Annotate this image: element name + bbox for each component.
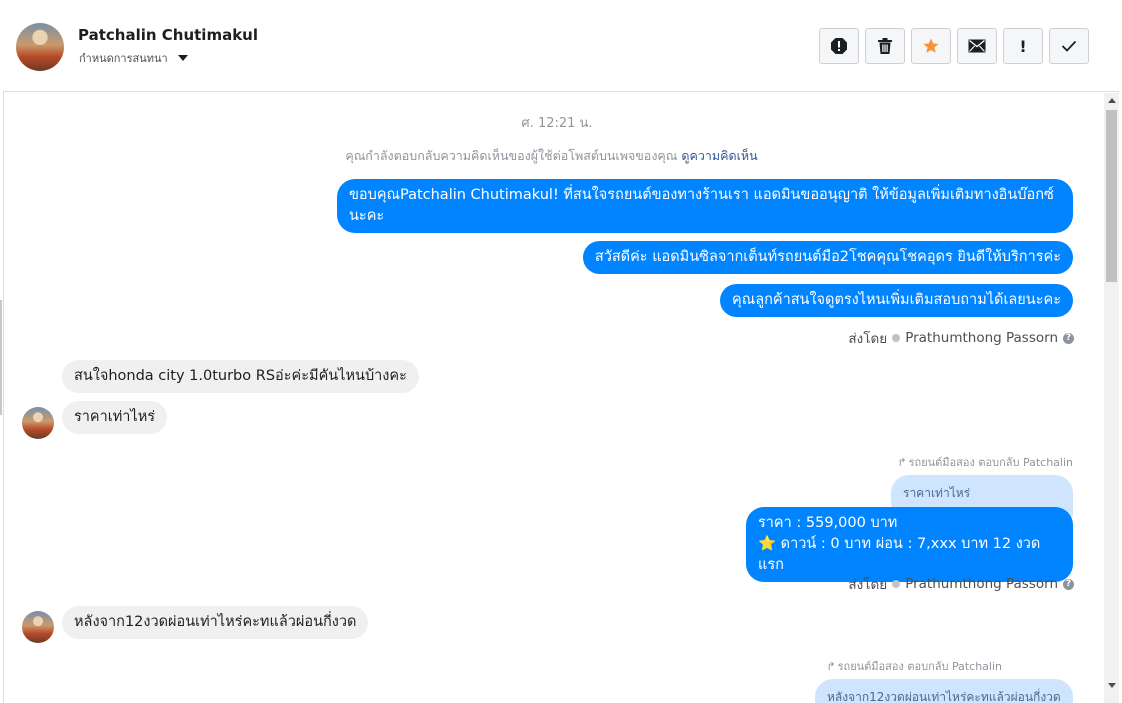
conversation-options-dropdown[interactable]: กำหนดการสนทนา: [79, 49, 188, 67]
price-line: ราคา : 559,000 บาท: [758, 515, 898, 531]
quoted-message[interactable]: หลังจาก12งวดผ่อนเท่าไหร่คะทแล้วผ่อนกี่งว…: [815, 679, 1073, 703]
check-icon: [1061, 40, 1077, 52]
sent-by-name[interactable]: Prathumthong Passorn: [905, 576, 1058, 592]
page-badge-icon: [892, 334, 901, 342]
exclamation-icon: !: [1019, 36, 1027, 56]
conversation-toolbar: !: [819, 28, 1089, 64]
delete-button[interactable]: [865, 28, 905, 64]
incoming-message[interactable]: ราคาเท่าไหร่: [62, 401, 168, 434]
star-button[interactable]: [911, 28, 951, 64]
message-timestamp: ศ. 12:21 น.: [521, 116, 593, 131]
mail-icon: [968, 39, 986, 53]
reply-arrow-icon: ↱: [897, 455, 907, 469]
view-comment-link[interactable]: ดูความคิดเห็น: [681, 148, 757, 163]
reply-context-note: ↱ รถยนต์มือสอง ตอบกลับ Patchalin: [897, 453, 1073, 471]
sent-by-line: ส่งโดย Prathumthong Passorn ?: [848, 327, 1074, 349]
outgoing-message[interactable]: ขอบคุณPatchalin Chutimakul! ที่สนใจรถยนต…: [337, 179, 1073, 233]
alert-circle-icon: [831, 38, 847, 54]
reply-context-text: รถยนต์มือสอง ตอบกลับ Patchalin: [908, 456, 1073, 469]
scroll-up-arrow-icon[interactable]: [1104, 93, 1119, 108]
sent-by-label: ส่งโดย: [848, 331, 888, 347]
message-thread[interactable]: ศ. 12:21 น. คุณกำลังตอบกลับความคิดเห็นขอ…: [4, 93, 1104, 703]
panel-divider: [0, 300, 2, 415]
contact-avatar[interactable]: [16, 23, 64, 71]
reply-context-note: ↱ รถยนต์มือสอง ตอบกลับ Patchalin: [826, 657, 1002, 675]
reply-context-text: รถยนต์มือสอง ตอบกลับ Patchalin: [837, 660, 1002, 673]
incoming-message[interactable]: หลังจาก12งวดผ่อนเท่าไหร่คะทแล้วผ่อนกี่งว…: [62, 606, 369, 639]
sender-avatar[interactable]: [22, 407, 54, 439]
sent-by-line: ส่งโดย Prathumthong Passorn ?: [848, 573, 1074, 595]
outgoing-message[interactable]: สวัสดีค่ะ แอดมินซิลจากเต็นท์รถยนต์มือ2โช…: [582, 241, 1073, 274]
scrollbar-thumb[interactable]: [1106, 110, 1117, 282]
star-icon: [923, 38, 939, 53]
outgoing-message[interactable]: ราคา : 559,000 บาท ⭐ ดาวน์ : 0 บาท ผ่อน …: [746, 507, 1073, 582]
reply-arrow-icon: ↱: [826, 659, 836, 673]
contact-name[interactable]: Patchalin Chutimakul: [78, 26, 258, 44]
comment-reply-notice: คุณกำลังตอบกลับความคิดเห็นของผู้ใช้ต่อโพ…: [4, 146, 1099, 166]
mark-done-button[interactable]: [1049, 28, 1089, 64]
down-payment-line: ⭐ ดาวน์ : 0 บาท ผ่อน : 7,xxx บาท 12 งวดแ…: [758, 536, 1041, 573]
incoming-message[interactable]: สนใจhonda city 1.0turbo RSอ่ะค่ะมีคันไหน…: [62, 360, 419, 393]
conversation-header: Patchalin Chutimakul กำหนดการสนทนา !: [3, 4, 1119, 92]
sent-by-label: ส่งโดย: [848, 577, 888, 593]
follow-up-button[interactable]: !: [1003, 28, 1043, 64]
sender-avatar[interactable]: [22, 611, 54, 643]
message-thread-scrollbar[interactable]: [1104, 93, 1119, 703]
notice-text: คุณกำลังตอบกลับความคิดเห็นของผู้ใช้ต่อโพ…: [345, 148, 678, 163]
trash-icon: [878, 38, 892, 54]
caret-down-icon: [177, 55, 188, 61]
mark-unread-button[interactable]: [957, 28, 997, 64]
page-badge-icon: [892, 580, 901, 588]
outgoing-message[interactable]: คุณลูกค้าสนใจดูตรงไหนเพิ่มเติมสอบถามได้เ…: [720, 284, 1073, 317]
conversation-options-label: กำหนดการสนทนา: [79, 52, 168, 65]
help-icon[interactable]: ?: [1063, 332, 1074, 344]
mark-spam-button[interactable]: [819, 28, 859, 64]
help-icon[interactable]: ?: [1063, 578, 1074, 590]
sent-by-name[interactable]: Prathumthong Passorn: [905, 330, 1058, 346]
scroll-down-arrow-icon[interactable]: [1104, 678, 1119, 693]
